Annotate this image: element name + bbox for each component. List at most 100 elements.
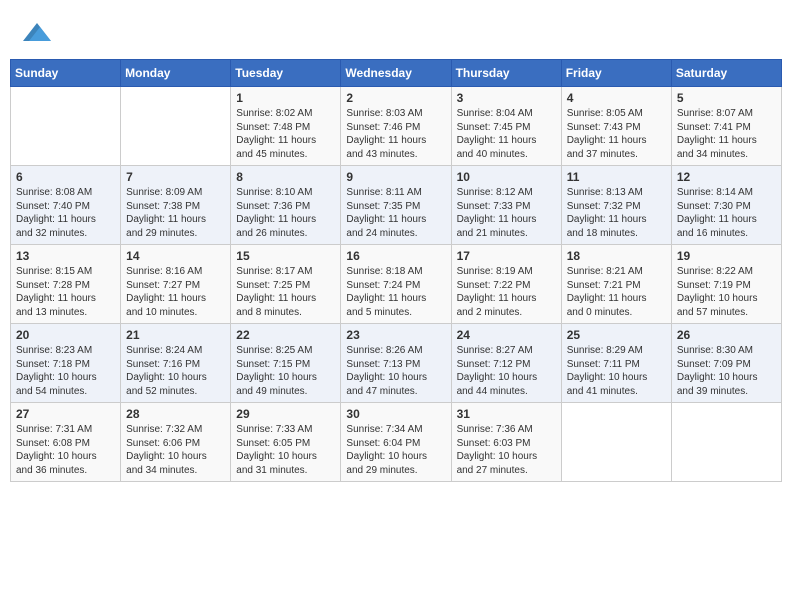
calendar-col-header: Thursday [451, 60, 561, 87]
cell-info: Sunrise: 8:22 AMSunset: 7:19 PMDaylight:… [677, 265, 776, 319]
cell-info: Sunrise: 7:36 AMSunset: 6:03 PMDaylight:… [457, 423, 556, 477]
calendar-cell: 9Sunrise: 8:11 AMSunset: 7:35 PMDaylight… [341, 166, 451, 245]
calendar-cell: 4 Sunrise: 8:05 AMSunset: 7:43 PMDaylight… [561, 87, 671, 166]
calendar-cell: 22 Sunrise: 8:25 AMSunset: 7:15 PMDayligh… [231, 324, 341, 403]
cell-info: Sunrise: 8:25 AMSunset: 7:15 PMDaylight:… [236, 344, 335, 398]
calendar-col-header: Tuesday [231, 60, 341, 87]
cell-info: Sunrise: 8:03 AMSunset: 7:46 PMDaylight:… [346, 107, 445, 161]
day-number: 27 [16, 407, 115, 421]
calendar-header-row: SundayMondayTuesdayWednesdayThursdayFrid… [11, 60, 782, 87]
day-number: 2 [346, 91, 445, 105]
calendar-cell: 15 Sunrise: 8:17 AMSunset: 7:25 PMDayligh… [231, 245, 341, 324]
day-number: 23 [346, 328, 445, 342]
calendar-cell: 10 Sunrise: 8:12 AMSunset: 7:33 PMDayligh… [451, 166, 561, 245]
day-number: 12 [677, 170, 776, 184]
calendar-cell: 12 Sunrise: 8:14 AMSunset: 7:30 PMDayligh… [671, 166, 781, 245]
day-number: 20 [16, 328, 115, 342]
calendar-cell: 27 Sunrise: 7:31 AMSunset: 6:08 PMDayligh… [11, 403, 121, 482]
calendar-cell: 24Sunrise: 8:27 AMSunset: 7:12 PMDayligh… [451, 324, 561, 403]
calendar-cell: 28 Sunrise: 7:32 AMSunset: 6:06 PMDayligh… [121, 403, 231, 482]
cell-info: Sunrise: 8:04 AMSunset: 7:45 PMDaylight:… [457, 107, 556, 161]
logo-icon [23, 18, 51, 46]
day-number: 8 [236, 170, 335, 184]
calendar-col-header: Sunday [11, 60, 121, 87]
day-number: 6 [16, 170, 115, 184]
cell-info: Sunrise: 8:09 AMSunset: 7:38 PMDaylight:… [126, 186, 225, 240]
calendar-page: SundayMondayTuesdayWednesdayThursdayFrid… [0, 0, 792, 612]
cell-info: Sunrise: 8:02 AMSunset: 7:48 PMDaylight:… [236, 107, 335, 161]
calendar-cell: 14 Sunrise: 8:16 AMSunset: 7:27 PMDayligh… [121, 245, 231, 324]
cell-info: Sunrise: 8:08 AMSunset: 7:40 PMDaylight:… [16, 186, 115, 240]
cell-info: Sunrise: 8:26 AMSunset: 7:13 PMDaylight:… [346, 344, 445, 398]
cell-info: Sunrise: 8:19 AMSunset: 7:22 PMDaylight:… [457, 265, 556, 319]
calendar-cell: 3 Sunrise: 8:04 AMSunset: 7:45 PMDaylight… [451, 87, 561, 166]
cell-info: Sunrise: 8:16 AMSunset: 7:27 PMDaylight:… [126, 265, 225, 319]
day-number: 13 [16, 249, 115, 263]
day-number: 25 [567, 328, 666, 342]
calendar-cell: 18Sunrise: 8:21 AMSunset: 7:21 PMDayligh… [561, 245, 671, 324]
day-number: 31 [457, 407, 556, 421]
page-header [0, 0, 792, 59]
cell-info: Sunrise: 8:21 AMSunset: 7:21 PMDaylight:… [567, 265, 666, 319]
day-number: 9 [346, 170, 445, 184]
calendar-week-row: 6 Sunrise: 8:08 AMSunset: 7:40 PMDaylight… [11, 166, 782, 245]
calendar-week-row: 27 Sunrise: 7:31 AMSunset: 6:08 PMDayligh… [11, 403, 782, 482]
calendar-cell: 7Sunrise: 8:09 AMSunset: 7:38 PMDaylight… [121, 166, 231, 245]
calendar-cell: 31 Sunrise: 7:36 AMSunset: 6:03 PMDayligh… [451, 403, 561, 482]
cell-info: Sunrise: 8:12 AMSunset: 7:33 PMDaylight:… [457, 186, 556, 240]
day-number: 22 [236, 328, 335, 342]
calendar-cell: 11 Sunrise: 8:13 AMSunset: 7:32 PMDayligh… [561, 166, 671, 245]
calendar-col-header: Monday [121, 60, 231, 87]
cell-info: Sunrise: 7:33 AMSunset: 6:05 PMDaylight:… [236, 423, 335, 477]
cell-info: Sunrise: 8:14 AMSunset: 7:30 PMDaylight:… [677, 186, 776, 240]
calendar-cell: 19 Sunrise: 8:22 AMSunset: 7:19 PMDayligh… [671, 245, 781, 324]
calendar-cell: 26 Sunrise: 8:30 AMSunset: 7:09 PMDayligh… [671, 324, 781, 403]
calendar-week-row: 1 Sunrise: 8:02 AMSunset: 7:48 PMDaylight… [11, 87, 782, 166]
calendar-cell: 25Sunrise: 8:29 AMSunset: 7:11 PMDayligh… [561, 324, 671, 403]
calendar-cell: 16Sunrise: 8:18 AMSunset: 7:24 PMDayligh… [341, 245, 451, 324]
calendar-cell [11, 87, 121, 166]
calendar-cell [561, 403, 671, 482]
calendar-table: SundayMondayTuesdayWednesdayThursdayFrid… [10, 59, 782, 482]
day-number: 19 [677, 249, 776, 263]
calendar-cell: 1 Sunrise: 8:02 AMSunset: 7:48 PMDaylight… [231, 87, 341, 166]
day-number: 21 [126, 328, 225, 342]
day-number: 5 [677, 91, 776, 105]
day-number: 3 [457, 91, 556, 105]
cell-info: Sunrise: 7:34 AMSunset: 6:04 PMDaylight:… [346, 423, 445, 477]
calendar-cell: 23 Sunrise: 8:26 AMSunset: 7:13 PMDayligh… [341, 324, 451, 403]
day-number: 15 [236, 249, 335, 263]
cell-info: Sunrise: 8:05 AMSunset: 7:43 PMDaylight:… [567, 107, 666, 161]
calendar-cell: 29Sunrise: 7:33 AMSunset: 6:05 PMDayligh… [231, 403, 341, 482]
calendar-week-row: 20Sunrise: 8:23 AMSunset: 7:18 PMDayligh… [11, 324, 782, 403]
cell-info: Sunrise: 8:30 AMSunset: 7:09 PMDaylight:… [677, 344, 776, 398]
cell-info: Sunrise: 8:13 AMSunset: 7:32 PMDaylight:… [567, 186, 666, 240]
calendar-cell: 6 Sunrise: 8:08 AMSunset: 7:40 PMDaylight… [11, 166, 121, 245]
day-number: 24 [457, 328, 556, 342]
day-number: 26 [677, 328, 776, 342]
calendar-cell [121, 87, 231, 166]
cell-info: Sunrise: 8:15 AMSunset: 7:28 PMDaylight:… [16, 265, 115, 319]
calendar-col-header: Wednesday [341, 60, 451, 87]
day-number: 16 [346, 249, 445, 263]
cell-info: Sunrise: 7:32 AMSunset: 6:06 PMDaylight:… [126, 423, 225, 477]
cell-info: Sunrise: 7:31 AMSunset: 6:08 PMDaylight:… [16, 423, 115, 477]
cell-info: Sunrise: 8:07 AMSunset: 7:41 PMDaylight:… [677, 107, 776, 161]
calendar-col-header: Friday [561, 60, 671, 87]
day-number: 30 [346, 407, 445, 421]
cell-info: Sunrise: 8:24 AMSunset: 7:16 PMDaylight:… [126, 344, 225, 398]
day-number: 28 [126, 407, 225, 421]
calendar-cell: 5 Sunrise: 8:07 AMSunset: 7:41 PMDaylight… [671, 87, 781, 166]
day-number: 4 [567, 91, 666, 105]
calendar-week-row: 13 Sunrise: 8:15 AMSunset: 7:28 PMDayligh… [11, 245, 782, 324]
day-number: 14 [126, 249, 225, 263]
day-number: 17 [457, 249, 556, 263]
day-number: 1 [236, 91, 335, 105]
cell-info: Sunrise: 8:17 AMSunset: 7:25 PMDaylight:… [236, 265, 335, 319]
day-number: 11 [567, 170, 666, 184]
calendar-cell: 20Sunrise: 8:23 AMSunset: 7:18 PMDayligh… [11, 324, 121, 403]
day-number: 10 [457, 170, 556, 184]
cell-info: Sunrise: 8:10 AMSunset: 7:36 PMDaylight:… [236, 186, 335, 240]
calendar-cell: 30 Sunrise: 7:34 AMSunset: 6:04 PMDayligh… [341, 403, 451, 482]
calendar-cell: 13 Sunrise: 8:15 AMSunset: 7:28 PMDayligh… [11, 245, 121, 324]
